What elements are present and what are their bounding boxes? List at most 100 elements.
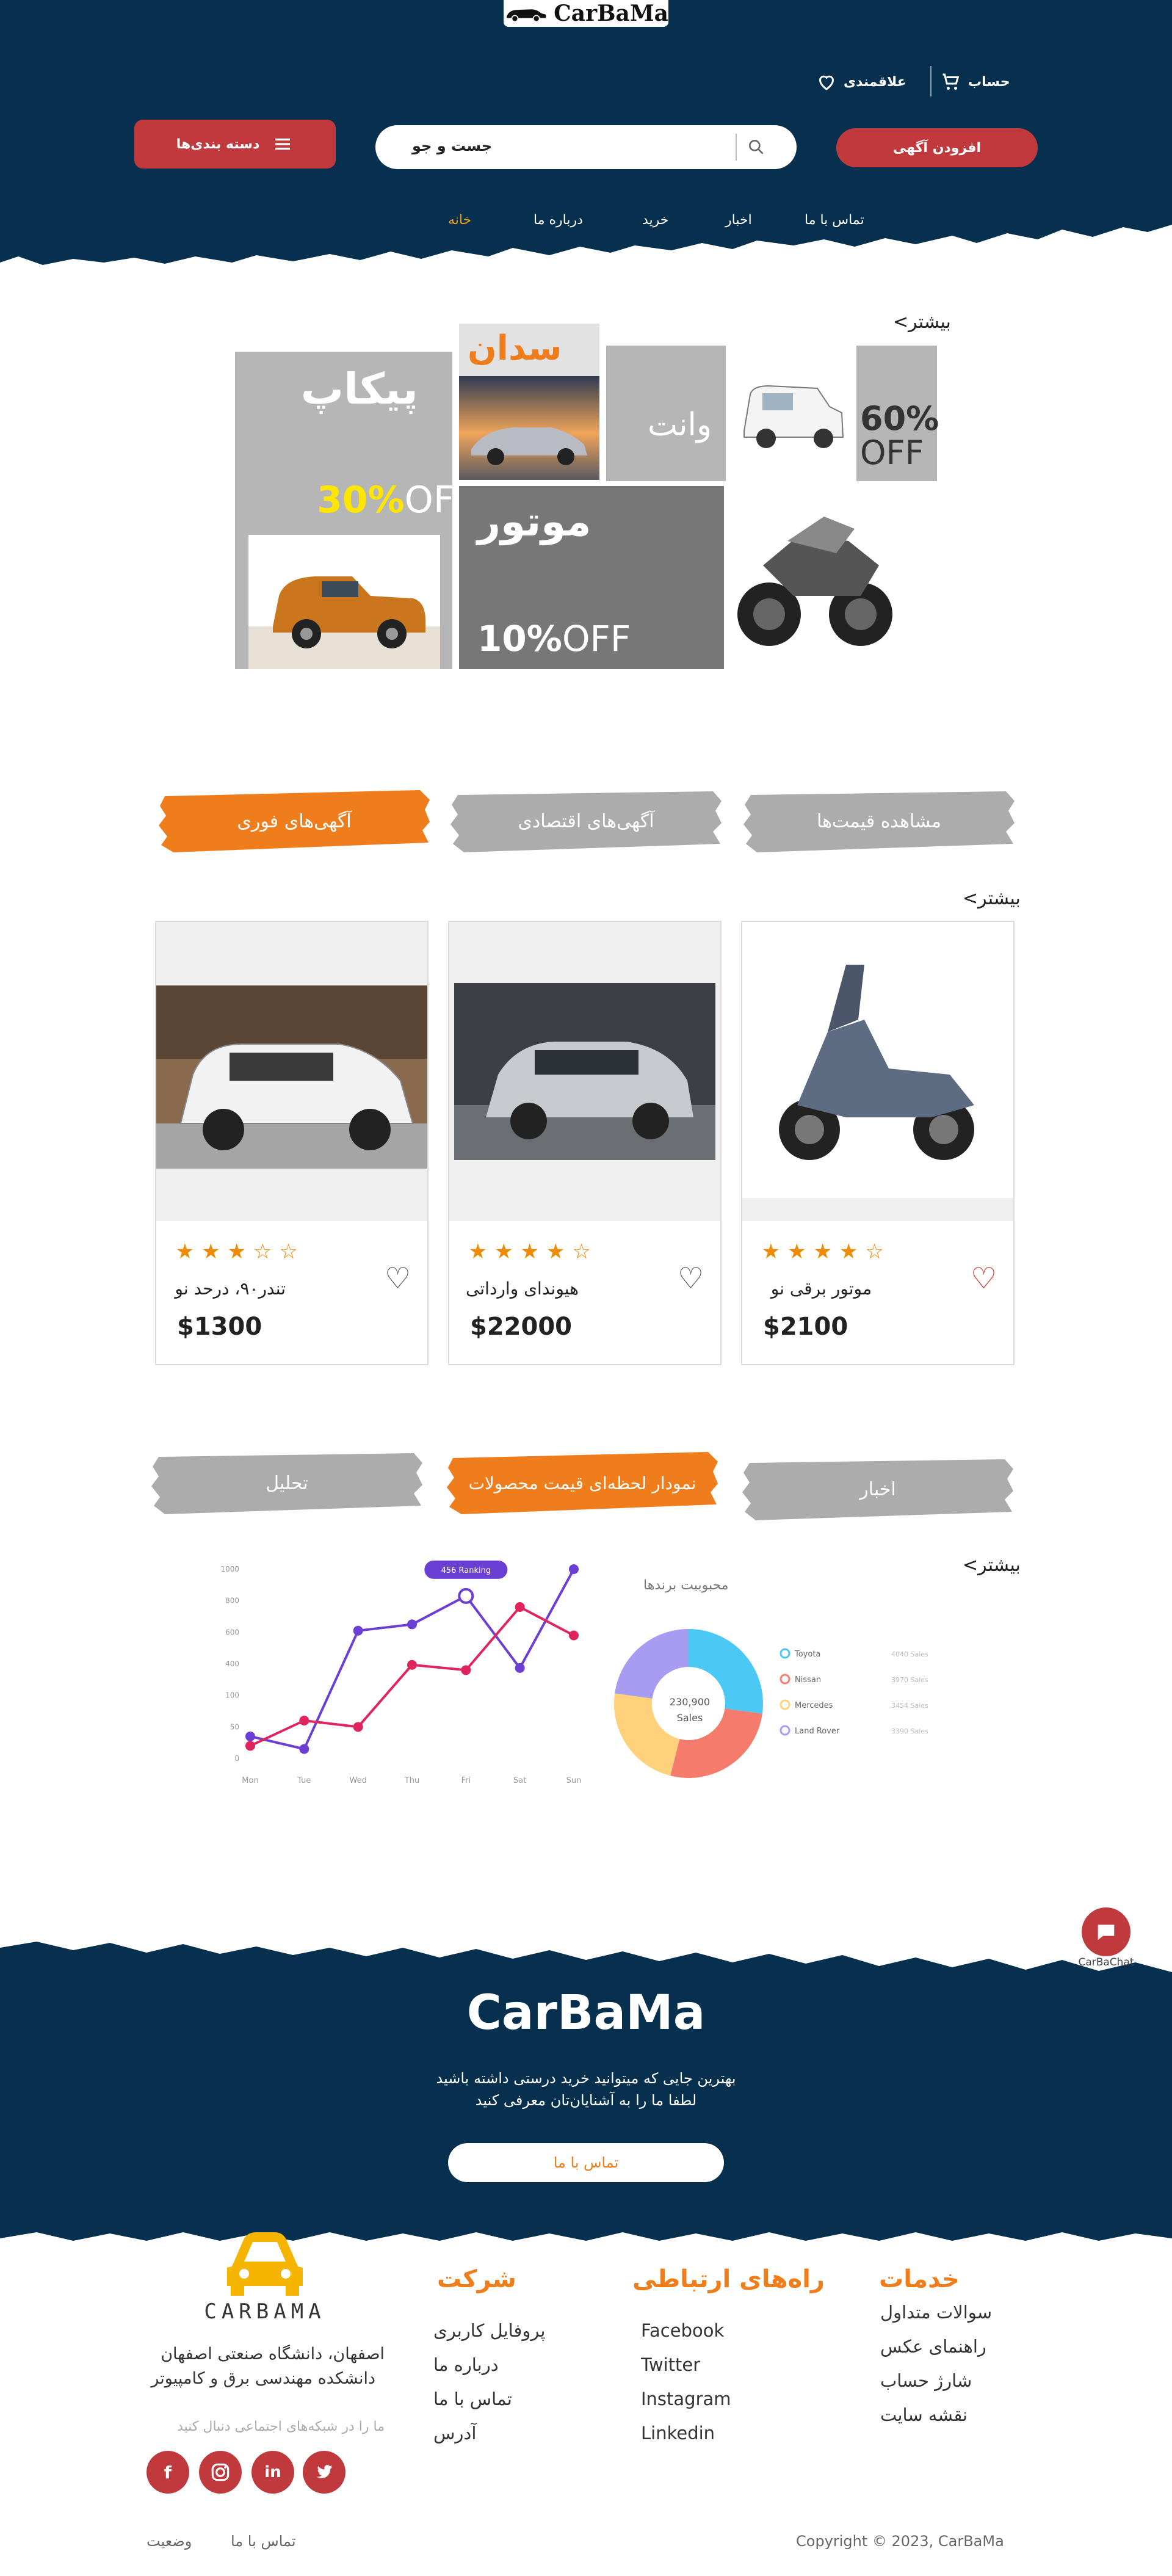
footer-link-sitemap[interactable]: نقشه سایت [880,2404,968,2425]
data-point [569,1564,579,1574]
y-tick-label: 50 [230,1722,239,1731]
footer-link-contact[interactable]: تماس با ما [433,2389,512,2409]
pickup-title: پیکاپ [300,364,418,414]
product-card[interactable]: ★★★★☆ ♡ هیوندای وارداتی $22000 [448,921,722,1365]
product-card[interactable]: ★★★★☆ ♡ موتور برقی نو $2100 [741,921,1015,1365]
x-tick-label: Thu [404,1776,419,1785]
footer-link-charge-account[interactable]: شارژ حساب [880,2370,972,2391]
legend-marker [780,1674,790,1685]
van-title: وانت [648,407,712,443]
footer-company-title: شرکت [437,2265,516,2293]
footer-link-linkedin[interactable]: Linkedin [641,2423,715,2444]
rating-stars: ★★★★☆ [761,1239,891,1264]
product-image [742,922,1013,1198]
chat-icon [1098,1925,1115,1940]
footer-link-instagram[interactable]: Instagram [641,2389,731,2409]
footer-link-profile[interactable]: پروفایل کاربری [433,2320,545,2341]
tab-live-price-chart[interactable]: نمودار لحظه‌ای قیمت محصولات [446,1449,719,1517]
van-discount: 60% OFF [860,399,939,472]
header-divider [930,66,931,96]
categories-label: دسته بندی‌ها [176,136,260,152]
tab-news-label: اخبار [859,1478,896,1500]
sedan-panel[interactable]: سدان [459,324,599,480]
legend-value: 4040 Sales [891,1650,928,1658]
data-point [407,1660,417,1670]
favorites-link[interactable]: علاقمندی [816,71,906,93]
tab-economic-ads[interactable]: آگهی‌های اقتصادی [449,788,723,855]
footer-copyright: Copyright © 2023, CarBaMa [796,2533,1004,2550]
van-image [726,346,856,481]
footer-link-faq[interactable]: سوالات متداول [880,2302,992,2323]
tab-urgent-ads[interactable]: آگهی‌های فوری [157,788,431,855]
footer-link-facebook[interactable]: Facebook [641,2320,724,2341]
y-tick-label: 1000 [220,1565,239,1573]
tab-news[interactable]: اخبار [741,1456,1015,1523]
tab-analysis-label: تحلیل [266,1472,308,1494]
x-tick-label: Sat [513,1776,526,1785]
footer-services-title: خدمات [879,2265,960,2293]
data-point [515,1663,525,1673]
motor-panel[interactable]: موتور 10%OFF [459,486,724,669]
van-panel[interactable]: وانت 60% OFF [606,346,939,481]
data-point [569,1630,579,1641]
add-ad-button[interactable]: افزودن آگهی [836,128,1038,167]
data-point [299,1716,309,1725]
search-icon[interactable] [747,137,766,157]
product-price: $2100 [763,1313,848,1341]
tab-analysis[interactable]: تحلیل [150,1449,424,1517]
legend-marker [780,1699,790,1710]
data-point [299,1744,309,1754]
footer-logo-text: CARBAMA [204,2299,326,2324]
footer-link-address[interactable]: آدرس [433,2423,476,2444]
linkedin-icon[interactable]: in [251,2451,294,2494]
donut-center-label: Sales [676,1712,703,1724]
tab-view-prices-label: مشاهده قیمت‌ها [817,810,941,832]
data-point [515,1602,525,1612]
product-name: هیوندای وارداتی [466,1279,579,1299]
twitter-icon[interactable] [303,2451,345,2494]
nav-news[interactable]: اخبار [725,212,752,228]
highlighted-point [458,1587,474,1604]
cart-icon [942,73,960,90]
facebook-icon[interactable]: f [146,2451,189,2494]
footer-link-photo-guide[interactable]: راهنمای عکس [880,2336,986,2357]
legend-label: Nissan [795,1675,821,1685]
account-link[interactable]: حساب [940,71,1010,93]
search-box[interactable]: جست و جو [375,125,797,169]
product-card[interactable]: ★★★☆☆ ♡ تندر۹۰، درحد نو $1300 [155,921,429,1365]
products-more-link[interactable]: <بیشتر [963,888,1021,909]
cta-contact-button[interactable]: تماس با ما [448,2143,724,2182]
footer-link-twitter[interactable]: Twitter [641,2354,700,2375]
footer-bottom-contact[interactable]: تماس با ما [231,2533,296,2550]
instagram-icon[interactable] [199,2451,242,2494]
footer-link-about[interactable]: درباره ما [433,2354,499,2375]
footer-car-logo-icon [223,2230,306,2297]
product-price: $22000 [470,1313,572,1341]
banner-more-link[interactable]: <بیشتر [893,311,951,333]
legend-label: Land Rover [795,1727,840,1736]
chat-label: CarBaChat [1078,1956,1134,1968]
x-tick-label: Sun [566,1776,582,1785]
tab-view-prices[interactable]: مشاهده قیمت‌ها [742,788,1016,855]
analytics-more-link[interactable]: <بیشتر [963,1555,1021,1576]
nav-contact[interactable]: تماس با ما [805,212,864,228]
motor-discount: 10%OFF [477,618,631,659]
pickup-panel[interactable]: پیکاپ 30%OFF [235,352,476,669]
data-point [461,1665,471,1675]
nav-shop[interactable]: خرید [642,212,668,228]
site-logo[interactable]: CarBaMa [504,0,668,27]
favorite-icon[interactable]: ♡ [385,1264,411,1293]
product-image-footer [742,1198,1013,1221]
nav-home[interactable]: خانه [448,212,471,228]
footer-bottom-status[interactable]: وضعیت [146,2533,192,2550]
chat-button[interactable] [1082,1907,1130,1956]
annotation-label: 456 Ranking [441,1566,491,1575]
y-tick-label: 100 [225,1691,239,1700]
favorite-icon[interactable]: ♡ [678,1264,704,1293]
sales-line-chart: 1000 800 600 400 100 50 0 Mon Tue Wed Thu Fri Sat Sun… [220,1560,582,1785]
nav-about[interactable]: درباره ما [534,212,583,228]
categories-button[interactable]: دسته بندی‌ها [134,120,336,169]
donut-slice [615,1629,689,1699]
favorite-icon[interactable]: ♡ [971,1264,997,1293]
donut-center-value: 230,900 [669,1696,711,1708]
